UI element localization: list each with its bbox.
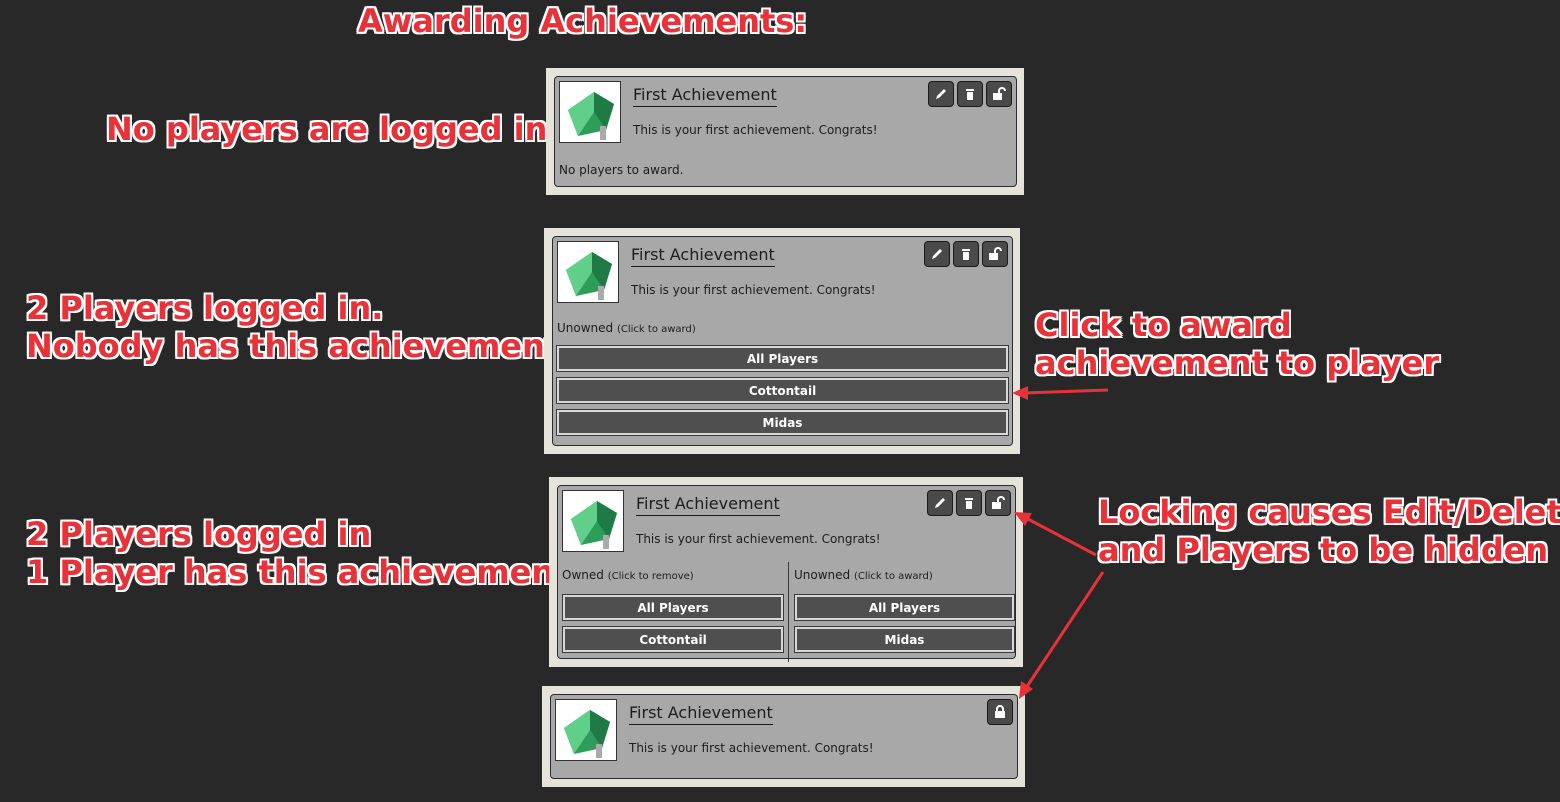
column-divider	[788, 562, 789, 662]
no-players-text: No players to award.	[559, 163, 684, 177]
achievement-frame-3: First Achievement This is your first ach…	[549, 477, 1023, 667]
lock-toggle-button[interactable]	[985, 490, 1011, 516]
achievement-frame-4: First Achievement This is your first ach…	[542, 686, 1025, 787]
achievement-card: First Achievement This is your first ach…	[552, 236, 1013, 446]
achievement-frame-2: First Achievement This is your first ach…	[544, 228, 1020, 454]
achievement-description: This is your first achievement. Congrats…	[629, 741, 874, 755]
achievement-title: First Achievement	[636, 494, 780, 516]
pencil-icon	[932, 249, 942, 259]
award-player-button[interactable]: Midas	[556, 409, 1009, 436]
delete-button[interactable]	[957, 81, 983, 107]
achievement-title: First Achievement	[631, 245, 775, 267]
achievement-card: First Achievement This is your first ach…	[554, 76, 1017, 187]
unlock-icon	[992, 496, 1005, 509]
annotation-click-award: Click to award achievement to player	[1035, 306, 1440, 382]
achievement-card-locked: First Achievement This is your first ach…	[550, 694, 1018, 779]
annotation-two-players: 2 Players logged in. Nobody has this ach…	[26, 289, 573, 365]
edit-button[interactable]	[928, 81, 954, 107]
trash-icon	[966, 89, 974, 100]
edit-button[interactable]	[924, 241, 950, 267]
award-all-players-button[interactable]: All Players	[556, 345, 1009, 372]
page-heading: Awarding Achievements:	[358, 2, 808, 40]
unowned-label: Unowned (Click to award)	[794, 568, 933, 582]
lock-icon	[995, 705, 1005, 718]
achievement-image	[559, 81, 621, 143]
trash-icon	[962, 249, 970, 260]
unlock-icon	[993, 87, 1006, 100]
annotation-locking: Locking causes Edit/Delete and Players t…	[1098, 493, 1560, 569]
unowned-label: Unowned (Click to award)	[557, 321, 696, 335]
achievement-card: First Achievement This is your first ach…	[557, 485, 1016, 662]
lock-toggle-button[interactable]	[986, 81, 1012, 107]
delete-button[interactable]	[956, 490, 982, 516]
lock-toggle-button[interactable]	[982, 241, 1008, 267]
delete-button[interactable]	[953, 241, 979, 267]
pencil-icon	[935, 498, 945, 508]
unlock-icon	[989, 247, 1002, 260]
achievement-description: This is your first achievement. Congrats…	[631, 283, 876, 297]
award-all-players-button[interactable]: All Players	[794, 594, 1015, 621]
achievement-title: First Achievement	[633, 85, 777, 107]
achievement-description: This is your first achievement. Congrats…	[633, 123, 878, 137]
award-player-button[interactable]: Cottontail	[556, 377, 1009, 404]
remove-player-button[interactable]: Cottontail	[562, 626, 784, 653]
achievement-description: This is your first achievement. Congrats…	[636, 532, 881, 546]
achievement-image	[555, 699, 617, 761]
achievement-title: First Achievement	[629, 703, 773, 725]
remove-all-players-button[interactable]: All Players	[562, 594, 784, 621]
pencil-icon	[936, 89, 946, 99]
achievement-image	[562, 490, 624, 552]
arrow-locking-unlock	[1025, 516, 1097, 557]
annotation-no-players: No players are logged in	[106, 110, 548, 148]
achievement-image	[557, 241, 619, 303]
achievement-frame-1: First Achievement This is your first ach…	[546, 68, 1024, 195]
edit-button[interactable]	[927, 490, 953, 516]
trash-icon	[965, 498, 973, 509]
arrow-locking-lock	[1024, 571, 1105, 689]
arrow-click-award	[1023, 388, 1109, 395]
annotation-one-player: 2 Players logged in 1 Player has this ac…	[26, 515, 570, 591]
lock-toggle-button[interactable]	[987, 699, 1013, 725]
owned-label: Owned (Click to remove)	[562, 568, 694, 582]
award-player-button[interactable]: Midas	[794, 626, 1015, 653]
